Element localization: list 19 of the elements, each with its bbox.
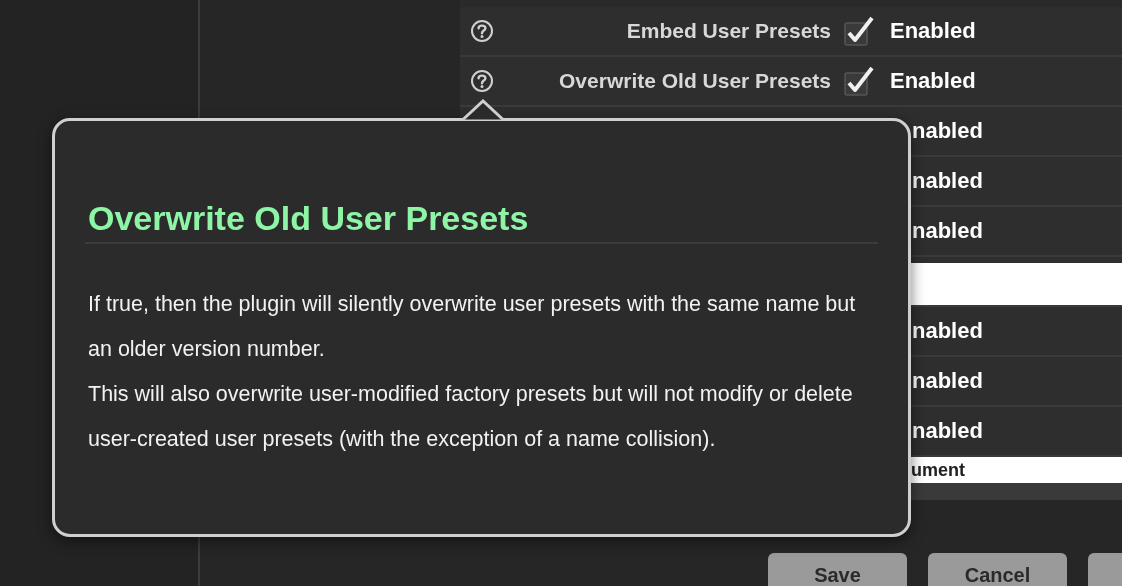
help-icon[interactable] <box>470 19 494 43</box>
status-text: nabled <box>912 418 983 443</box>
help-icon[interactable] <box>470 69 494 93</box>
checkbox[interactable] <box>844 66 876 96</box>
setting-label: Embed User Presets <box>626 19 831 43</box>
status-text: nabled <box>912 218 983 243</box>
status-text: nabled <box>912 118 983 143</box>
tooltip-text: This will also overwrite user-modified factory presets but will not modify or delete user-created user presets (with the exception of a name collision). <box>88 381 854 453</box>
status-text: nabled <box>912 318 983 343</box>
tooltip-title: Overwrite Old User Presets <box>85 199 878 244</box>
setting-label: Overwrite Old User Presets <box>559 69 831 93</box>
status-text: nabled <box>912 368 983 393</box>
status-text: nabled <box>912 168 983 193</box>
checkbox[interactable] <box>844 16 876 46</box>
dialog-button[interactable]: Save <box>768 553 907 586</box>
tooltip-text: If true, then the plugin will silently overwrite user presets with the same name but an older version number. <box>88 291 857 363</box>
status-text: Enabled <box>890 18 976 43</box>
status-text: Enabled <box>890 68 976 93</box>
dialog-button[interactable]: Cancel <box>928 553 1067 586</box>
